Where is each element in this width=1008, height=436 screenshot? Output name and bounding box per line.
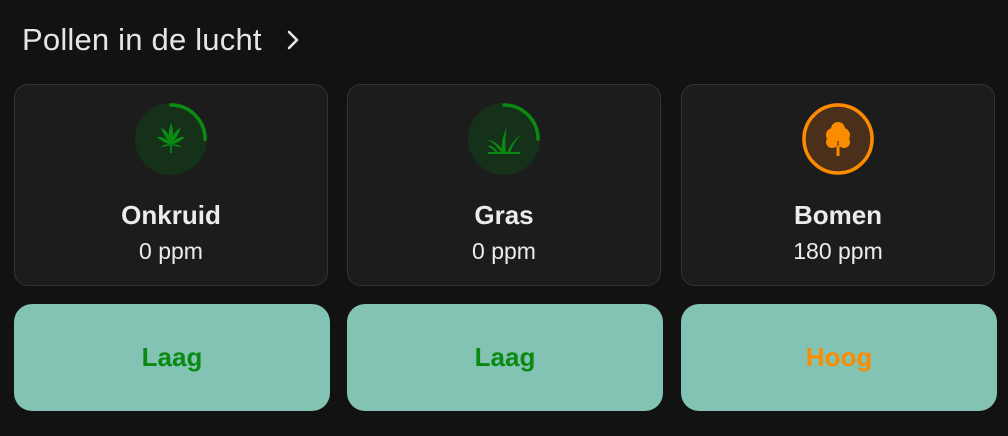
card-name: Bomen (793, 200, 883, 230)
chevron-right-icon[interactable] (284, 30, 302, 50)
pollen-card-weed[interactable]: Onkruid 0 ppm (14, 84, 328, 286)
pollen-card-trees[interactable]: Bomen 180 ppm (681, 84, 995, 286)
trees-gauge (802, 103, 874, 175)
level-button-weed[interactable]: Laag (14, 304, 330, 411)
section-header[interactable]: Pollen in de lucht (22, 18, 302, 62)
section-title: Pollen in de lucht (22, 22, 262, 57)
level-label: Hoog (805, 342, 873, 372)
card-name: Gras (474, 200, 534, 230)
card-value: 0 ppm (139, 238, 203, 264)
card-name: Onkruid (121, 200, 221, 230)
level-button-grass[interactable]: Laag (347, 304, 663, 411)
pollen-card-grass[interactable]: Gras 0 ppm (347, 84, 661, 286)
level-label: Laag (474, 342, 536, 372)
grass-gauge (468, 103, 540, 175)
level-button-trees[interactable]: Hoog (681, 304, 997, 411)
weed-gauge (135, 103, 207, 175)
card-value: 180 ppm (793, 238, 883, 264)
pollen-dashboard: Pollen in de lucht Onkruid 0 ppm Gras 0 … (0, 0, 1008, 436)
card-value: 0 ppm (472, 238, 536, 264)
level-label: Laag (141, 342, 203, 372)
